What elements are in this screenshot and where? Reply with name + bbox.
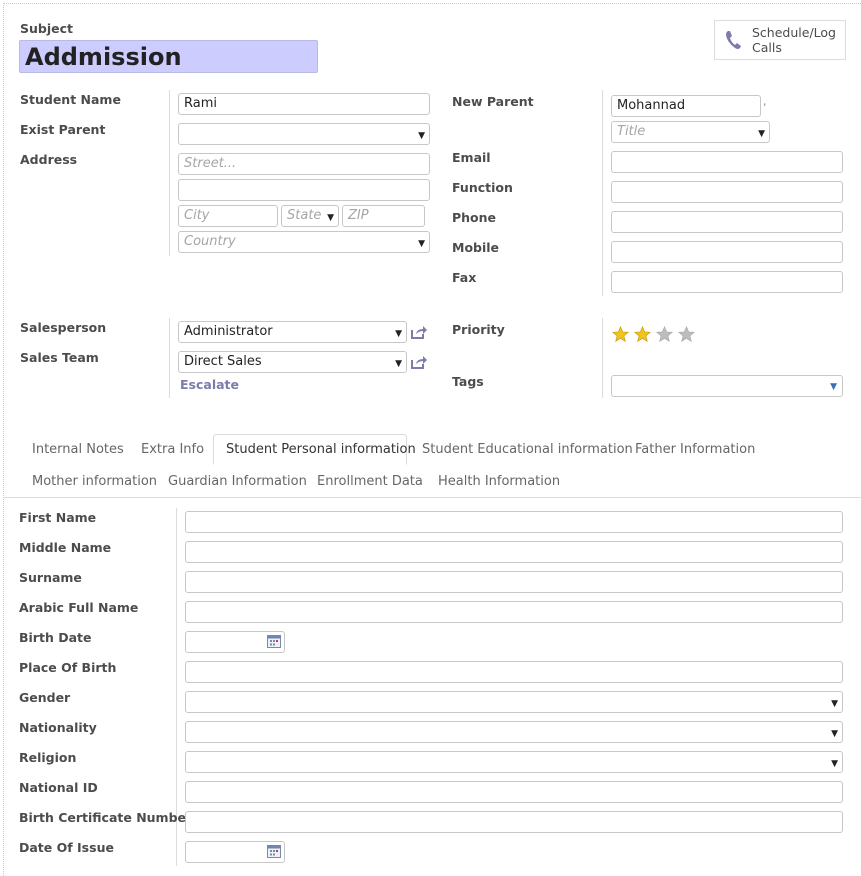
sales-team-select[interactable]: Direct Sales ▼ xyxy=(178,351,407,373)
schedule-log-calls-label: Schedule/Log Calls xyxy=(752,25,836,55)
external-link-icon[interactable] xyxy=(411,325,428,339)
salesperson-label: Salesperson xyxy=(20,320,107,335)
nationality-select[interactable]: ▼ xyxy=(185,721,843,743)
calendar-icon[interactable] xyxy=(267,635,281,648)
email-input[interactable] xyxy=(611,151,843,173)
divider xyxy=(602,318,603,398)
priority-label: Priority xyxy=(452,322,505,337)
divider xyxy=(602,90,603,296)
national-id-input[interactable] xyxy=(185,781,843,803)
new-parent-input[interactable]: Mohannad xyxy=(611,95,761,117)
calendar-icon[interactable] xyxy=(267,845,281,858)
birth-date-input[interactable] xyxy=(185,631,285,653)
chevron-down-icon: ▼ xyxy=(327,213,334,223)
city-input[interactable]: City xyxy=(178,205,278,227)
country-select[interactable]: Country ▼ xyxy=(178,231,430,253)
chevron-down-icon: ▼ xyxy=(418,239,425,249)
phone-icon xyxy=(726,31,741,49)
religion-label: Religion xyxy=(19,750,77,765)
tab-extra-info[interactable]: Extra Info xyxy=(141,442,204,457)
national-id-label: National ID xyxy=(19,780,98,795)
chevron-down-icon: ▼ xyxy=(831,759,838,769)
priority-star-icon[interactable] xyxy=(612,326,629,343)
chevron-down-icon: ▼ xyxy=(395,329,402,339)
tab-mother-information[interactable]: Mother information xyxy=(32,474,157,489)
tab-health-information[interactable]: Health Information xyxy=(438,474,560,489)
state-select[interactable]: State ▼ xyxy=(281,205,339,227)
tabs-bottom-border xyxy=(3,497,861,498)
fax-input[interactable] xyxy=(611,271,843,293)
gender-select[interactable]: ▼ xyxy=(185,691,843,713)
priority-star-icon[interactable] xyxy=(678,326,695,343)
tab-father-information[interactable]: Father Information xyxy=(635,442,755,457)
function-input[interactable] xyxy=(611,181,843,203)
priority-star-icon[interactable] xyxy=(656,326,673,343)
arabic-full-name-label: Arabic Full Name xyxy=(19,600,139,615)
chevron-down-icon: ▼ xyxy=(418,131,425,141)
phone-label: Phone xyxy=(452,210,497,225)
function-label: Function xyxy=(452,180,513,195)
chevron-down-icon: ▼ xyxy=(831,729,838,739)
gender-label: Gender xyxy=(19,690,71,705)
street2-input[interactable] xyxy=(178,179,430,201)
exist-parent-select[interactable]: ▼ xyxy=(178,123,430,145)
surname-label: Surname xyxy=(19,570,82,585)
new-parent-label: New Parent xyxy=(452,94,534,109)
first-name-input[interactable] xyxy=(185,511,843,533)
birth-certificate-number-label: Birth Certificate Number xyxy=(19,810,193,825)
salesperson-select[interactable]: Administrator ▼ xyxy=(178,321,407,343)
place-of-birth-input[interactable] xyxy=(185,661,843,683)
place-of-birth-label: Place Of Birth xyxy=(19,660,117,675)
tab-student-educational-information[interactable]: Student Educational information xyxy=(422,442,633,457)
chevron-down-icon: ▼ xyxy=(758,129,765,139)
sales-team-label: Sales Team xyxy=(20,350,99,365)
escalate-link[interactable]: Escalate xyxy=(180,377,239,392)
date-of-issue-label: Date Of Issue xyxy=(19,840,114,855)
email-label: Email xyxy=(452,150,491,165)
title-select[interactable]: Title ▼ xyxy=(611,121,770,143)
phone-input[interactable] xyxy=(611,211,843,233)
middle-name-input[interactable] xyxy=(185,541,843,563)
mobile-label: Mobile xyxy=(452,240,500,255)
fax-label: Fax xyxy=(452,270,477,285)
tab-student-personal-information[interactable]: Student Personal information xyxy=(226,442,416,457)
tab-guardian-information[interactable]: Guardian Information xyxy=(168,474,307,489)
date-of-issue-input[interactable] xyxy=(185,841,285,863)
exist-parent-label: Exist Parent xyxy=(20,122,106,137)
external-link-icon[interactable] xyxy=(411,355,428,369)
schedule-log-calls-button[interactable]: Schedule/Log Calls xyxy=(714,20,846,60)
nationality-label: Nationality xyxy=(19,720,97,735)
street-input[interactable]: Street... xyxy=(178,153,430,175)
surname-input[interactable] xyxy=(185,571,843,593)
religion-select[interactable]: ▼ xyxy=(185,751,843,773)
chevron-down-icon: ▼ xyxy=(830,382,837,392)
tags-label: Tags xyxy=(452,374,484,389)
tags-input[interactable]: ▼ xyxy=(611,375,843,397)
chevron-down-icon: ▼ xyxy=(831,699,838,709)
address-label: Address xyxy=(20,152,78,167)
priority-star-icon[interactable] xyxy=(634,326,651,343)
subject-label: Subject xyxy=(20,21,73,36)
mobile-input[interactable] xyxy=(611,241,843,263)
birth-date-label: Birth Date xyxy=(19,630,92,645)
divider xyxy=(169,318,170,398)
birth-certificate-number-input[interactable] xyxy=(185,811,843,833)
student-name-input[interactable]: Rami xyxy=(178,93,430,115)
first-name-label: First Name xyxy=(19,510,97,525)
comma-separator: , xyxy=(763,95,767,108)
priority-stars[interactable] xyxy=(612,325,712,345)
arabic-full-name-input[interactable] xyxy=(185,601,843,623)
middle-name-label: Middle Name xyxy=(19,540,112,555)
tab-internal-notes[interactable]: Internal Notes xyxy=(32,442,124,457)
chevron-down-icon: ▼ xyxy=(395,359,402,369)
tab-enrollment-data[interactable]: Enrollment Data xyxy=(317,474,423,489)
zip-input[interactable]: ZIP xyxy=(342,205,425,227)
student-name-label: Student Name xyxy=(20,92,121,107)
divider xyxy=(169,90,170,256)
subject-field[interactable]: Addmission xyxy=(19,40,318,73)
